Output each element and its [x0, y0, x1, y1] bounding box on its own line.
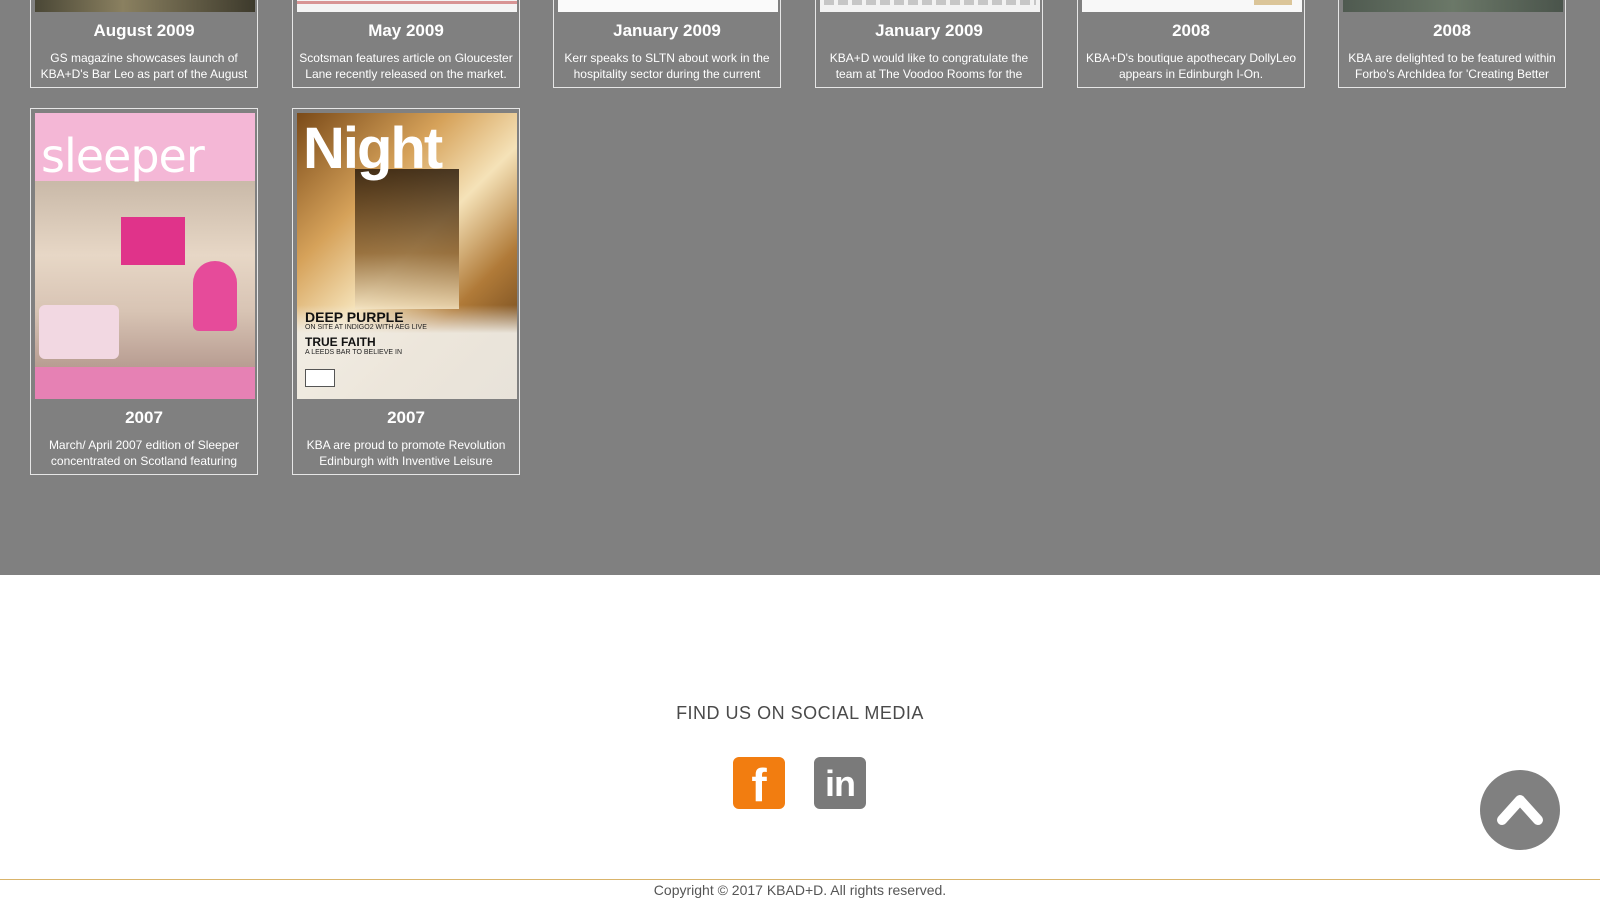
news-gallery: August 2009 GS magazine showcases launch… — [0, 0, 1600, 575]
cover-masthead: Night — [303, 116, 443, 181]
news-thumbnail[interactable] — [1082, 0, 1302, 12]
linkedin-glyph: in — [825, 763, 856, 804]
chevron-up-icon — [1497, 795, 1543, 825]
news-year: January 2009 — [875, 21, 983, 40]
news-year: 2008 — [1172, 21, 1210, 40]
news-thumbnail[interactable] — [297, 0, 517, 12]
news-card-jan-2009-voodoo[interactable]: January 2009 KBA+D would like to congrat… — [815, 0, 1043, 88]
cover-subheadline: A LEEDS BAR TO BELIEVE IN — [305, 349, 403, 356]
news-year: 2008 — [1433, 21, 1471, 40]
news-card-2007-night[interactable]: Night DEEP PURPLE ON SITE AT INDIGO2 WIT… — [292, 108, 520, 475]
news-excerpt: KBA are proud to promote Revolution Edin… — [306, 438, 506, 468]
news-excerpt: Scotsman features article on Gloucester … — [299, 51, 513, 81]
news-excerpt: KBA+D would like to congratulate the tea… — [829, 51, 1029, 81]
facebook-glyph: f — [751, 759, 767, 811]
news-card-2007-sleeper[interactable]: sleeper 2007 March/ April 2007 edition o… — [30, 108, 258, 475]
news-excerpt: KBA+D's boutique apothecary DollyLeo app… — [1085, 51, 1297, 81]
footer-divider — [0, 879, 1600, 880]
news-thumbnail[interactable] — [820, 0, 1040, 12]
back-to-top-button[interactable] — [1480, 770, 1560, 850]
news-thumbnail[interactable] — [1343, 0, 1563, 12]
news-card-2008-forbo[interactable]: 2008 KBA are delighted to be featured wi… — [1338, 0, 1566, 88]
news-card-aug-2009[interactable]: August 2009 GS magazine showcases launch… — [30, 0, 258, 88]
copyright-text: Copyright © 2017 KBAD+D. All rights rese… — [653, 882, 947, 898]
news-year: 2007 — [387, 408, 425, 427]
news-card-may-2009[interactable]: May 2009 Scotsman features article on Gl… — [292, 0, 520, 88]
news-card-jan-2009-sltn[interactable]: January 2009 Kerr speaks to SLTN about w… — [553, 0, 781, 88]
cover-publisher-logo — [305, 369, 335, 387]
cover-subheadline: ON SITE AT INDIGO2 WITH AEG LIVE — [305, 324, 427, 331]
news-excerpt: March/ April 2007 edition of Sleeper con… — [48, 438, 240, 468]
news-thumbnail[interactable] — [558, 0, 778, 12]
cover-photo — [355, 169, 459, 309]
cover-footer-strip — [35, 367, 255, 399]
cover-headline: DEEP PURPLE — [305, 309, 404, 325]
news-thumbnail[interactable] — [35, 0, 255, 12]
sleeper-magazine-cover[interactable]: sleeper — [35, 113, 255, 399]
news-card-2008-dollyleo[interactable]: 2008 KBA+D's boutique apothecary DollyLe… — [1077, 0, 1305, 88]
news-excerpt: Kerr speaks to SLTN about work in the ho… — [564, 51, 770, 81]
linkedin-icon[interactable]: in — [814, 757, 866, 809]
news-year: August 2009 — [93, 21, 195, 40]
night-magazine-cover[interactable]: Night DEEP PURPLE ON SITE AT INDIGO2 WIT… — [297, 113, 517, 399]
news-year: 2007 — [125, 408, 163, 427]
social-media-heading: FIND US ON SOCIAL MEDIA — [676, 703, 924, 723]
cover-headline: TRUE FAITH — [305, 335, 376, 349]
facebook-icon[interactable]: f — [733, 757, 785, 811]
news-excerpt: GS magazine showcases launch of KBA+D's … — [40, 51, 248, 81]
news-excerpt: KBA are delighted to be featured within … — [1348, 51, 1556, 81]
cover-masthead: sleeper — [41, 129, 205, 183]
news-year: January 2009 — [613, 21, 721, 40]
cover-photo — [35, 181, 255, 367]
news-year: May 2009 — [368, 21, 444, 40]
